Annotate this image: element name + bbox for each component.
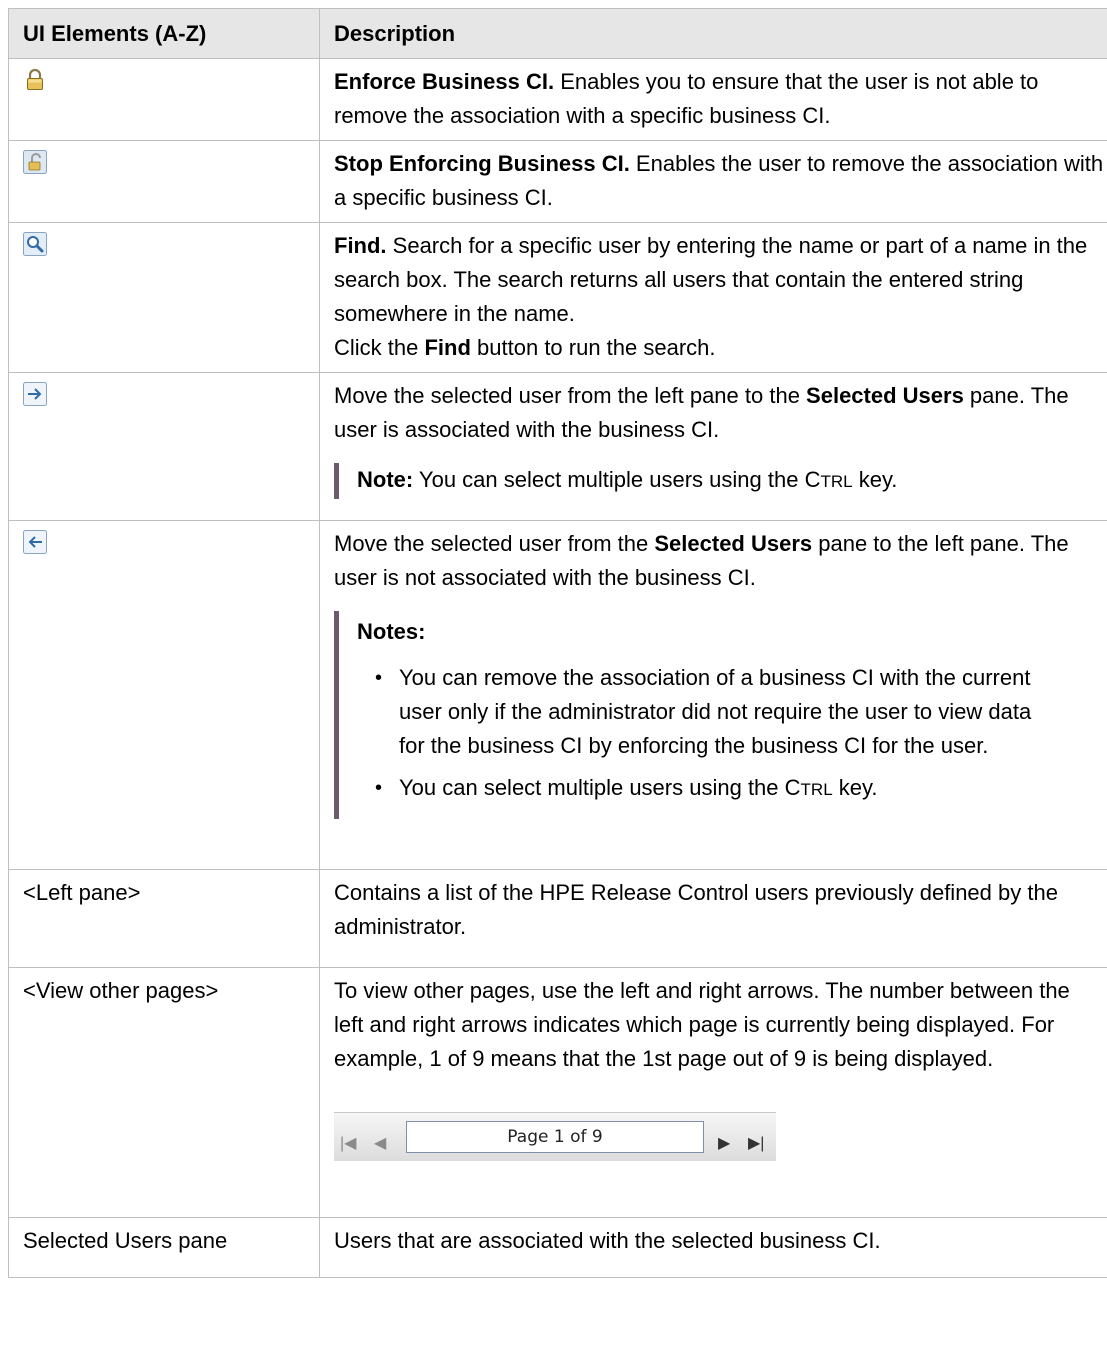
- ui-element-cell: [8, 372, 320, 521]
- find-text: Search for a specific user by entering t…: [334, 233, 1088, 326]
- last-page-icon[interactable]: ▶|: [748, 1127, 764, 1161]
- prev-page-icon[interactable]: ◀: [374, 1127, 386, 1161]
- header-ui-elements: UI Elements (A-Z): [8, 8, 320, 59]
- bullet-2-sc: TRL: [800, 780, 833, 799]
- description-cell: Enforce Business CI. Enables you to ensu…: [319, 58, 1107, 141]
- description-cell: Users that are associated with the selec…: [319, 1217, 1107, 1278]
- ui-element-cell: <View other pages>: [8, 967, 320, 1218]
- notes-box: Notes: You can remove the association of…: [334, 611, 1105, 819]
- bullet-2-pre: You can select multiple users using the …: [399, 775, 801, 800]
- note-sc: TRL: [820, 472, 853, 491]
- move-right-bold: Selected Users: [806, 383, 964, 408]
- ui-element-cell: [8, 58, 320, 141]
- first-page-icon[interactable]: |◀: [340, 1127, 356, 1161]
- ui-elements-table: UI Elements (A-Z) Description Enforce Bu…: [8, 8, 1107, 1278]
- table-header-row: UI Elements (A-Z) Description: [8, 8, 1107, 59]
- arrow-left-icon[interactable]: [23, 530, 47, 554]
- notes-title: Notes:: [357, 619, 426, 644]
- pager-bar: |◀ ◀ Page 1 of 9 ▶ ▶|: [334, 1112, 776, 1161]
- table-row: Selected Users pane Users that are assoc…: [8, 1217, 1107, 1278]
- note-label: Note:: [357, 467, 414, 492]
- arrow-right-icon[interactable]: [23, 382, 47, 406]
- note-box: Note: You can select multiple users usin…: [334, 463, 1105, 499]
- page-indicator: Page 1 of 9: [406, 1121, 704, 1153]
- note-pre: You can select multiple users using the …: [413, 467, 821, 492]
- ui-element-cell: <Left pane>: [8, 869, 320, 968]
- bullet-2-post: key.: [832, 775, 878, 800]
- move-left-bold: Selected Users: [654, 531, 813, 556]
- description-cell: Find. Search for a specific user by ente…: [319, 222, 1107, 373]
- lock-icon: [23, 68, 47, 92]
- table-row: Enforce Business CI. Enables you to ensu…: [8, 58, 1107, 141]
- notes-list: You can remove the association of a busi…: [357, 661, 1105, 807]
- description-cell: Contains a list of the HPE Release Contr…: [319, 869, 1107, 968]
- description-cell: Stop Enforcing Business CI. Enables the …: [319, 140, 1107, 223]
- next-page-icon[interactable]: ▶: [718, 1127, 730, 1161]
- ui-element-cell: [8, 140, 320, 223]
- header-description: Description: [319, 8, 1107, 59]
- table-row: Stop Enforcing Business CI. Enables the …: [8, 140, 1107, 223]
- ui-element-cell: [8, 520, 320, 870]
- move-left-pre: Move the selected user from the: [334, 531, 655, 556]
- table-row: <View other pages> To view other pages, …: [8, 967, 1107, 1218]
- unlock-icon: [23, 150, 47, 174]
- ui-element-cell: [8, 222, 320, 373]
- ui-element-cell: Selected Users pane: [8, 1217, 320, 1278]
- find-line2-pre: Click the: [334, 335, 425, 360]
- magnifier-icon[interactable]: [23, 232, 47, 256]
- view-pages-text: To view other pages, use the left and ri…: [334, 978, 1070, 1071]
- table-row: <Left pane> Contains a list of the HPE R…: [8, 869, 1107, 968]
- description-cell: To view other pages, use the left and ri…: [319, 967, 1107, 1218]
- list-item: You can remove the association of a busi…: [375, 661, 1105, 763]
- table-row: Move the selected user from the Selected…: [8, 520, 1107, 870]
- find-line2-post: button to run the search.: [470, 335, 716, 360]
- description-cell: Move the selected user from the left pan…: [319, 372, 1107, 521]
- note-post: key.: [852, 467, 898, 492]
- move-right-pre: Move the selected user from the left pan…: [334, 383, 807, 408]
- enforce-title: Enforce Business CI.: [334, 69, 555, 94]
- list-item: You can select multiple users using the …: [375, 771, 1105, 807]
- find-title: Find.: [334, 233, 387, 258]
- description-cell: Move the selected user from the Selected…: [319, 520, 1107, 870]
- table-row: Move the selected user from the left pan…: [8, 372, 1107, 521]
- stop-title: Stop Enforcing Business CI.: [334, 151, 630, 176]
- table-row: Find. Search for a specific user by ente…: [8, 222, 1107, 373]
- find-line2-bold: Find: [424, 335, 471, 360]
- bullet-1-text: You can remove the association of a busi…: [399, 665, 1032, 758]
